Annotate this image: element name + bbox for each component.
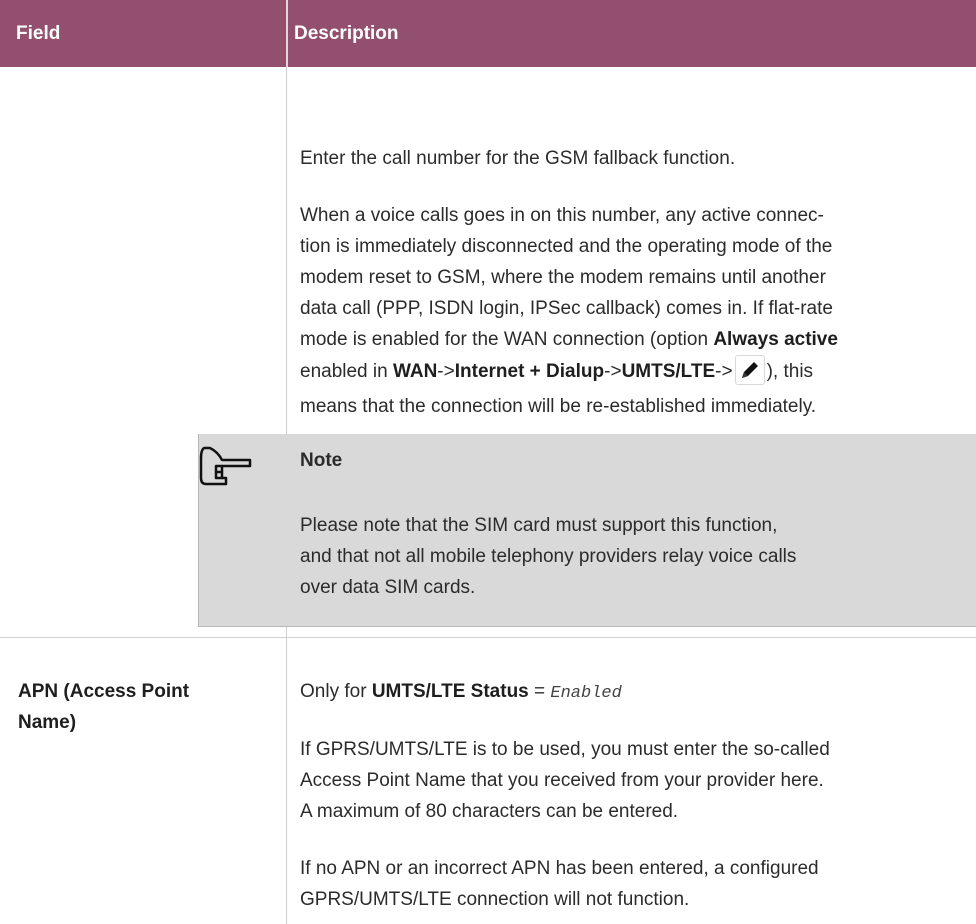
description-paragraph: Only for UMTS/LTE Status = Enabled xyxy=(300,681,622,703)
note-title: Note xyxy=(300,450,343,471)
header-divider xyxy=(286,0,288,67)
description-paragraph: If GPRS/UMTS/LTE is to be used, you must… xyxy=(300,739,830,822)
column-header-description: Description xyxy=(294,23,399,44)
setting-value: Enabled xyxy=(550,684,622,703)
pencil-edit-icon xyxy=(734,355,765,385)
note-text: Please note that the SIM card must suppo… xyxy=(300,515,797,598)
row-separator xyxy=(0,637,976,638)
description-paragraph: If no APN or an incorrect APN has been e… xyxy=(300,858,819,910)
field-name-apn: APN (Access Point Name) xyxy=(18,681,190,733)
description-paragraph: Enter the call number for the GSM fallba… xyxy=(300,148,736,169)
column-divider xyxy=(286,626,287,924)
description-paragraph: When a voice calls goes in on this numbe… xyxy=(300,205,838,417)
column-divider xyxy=(286,67,287,434)
pointing-hand-icon xyxy=(199,446,252,486)
column-header-field: Field xyxy=(16,23,61,44)
table-header: Field Description xyxy=(0,0,976,67)
